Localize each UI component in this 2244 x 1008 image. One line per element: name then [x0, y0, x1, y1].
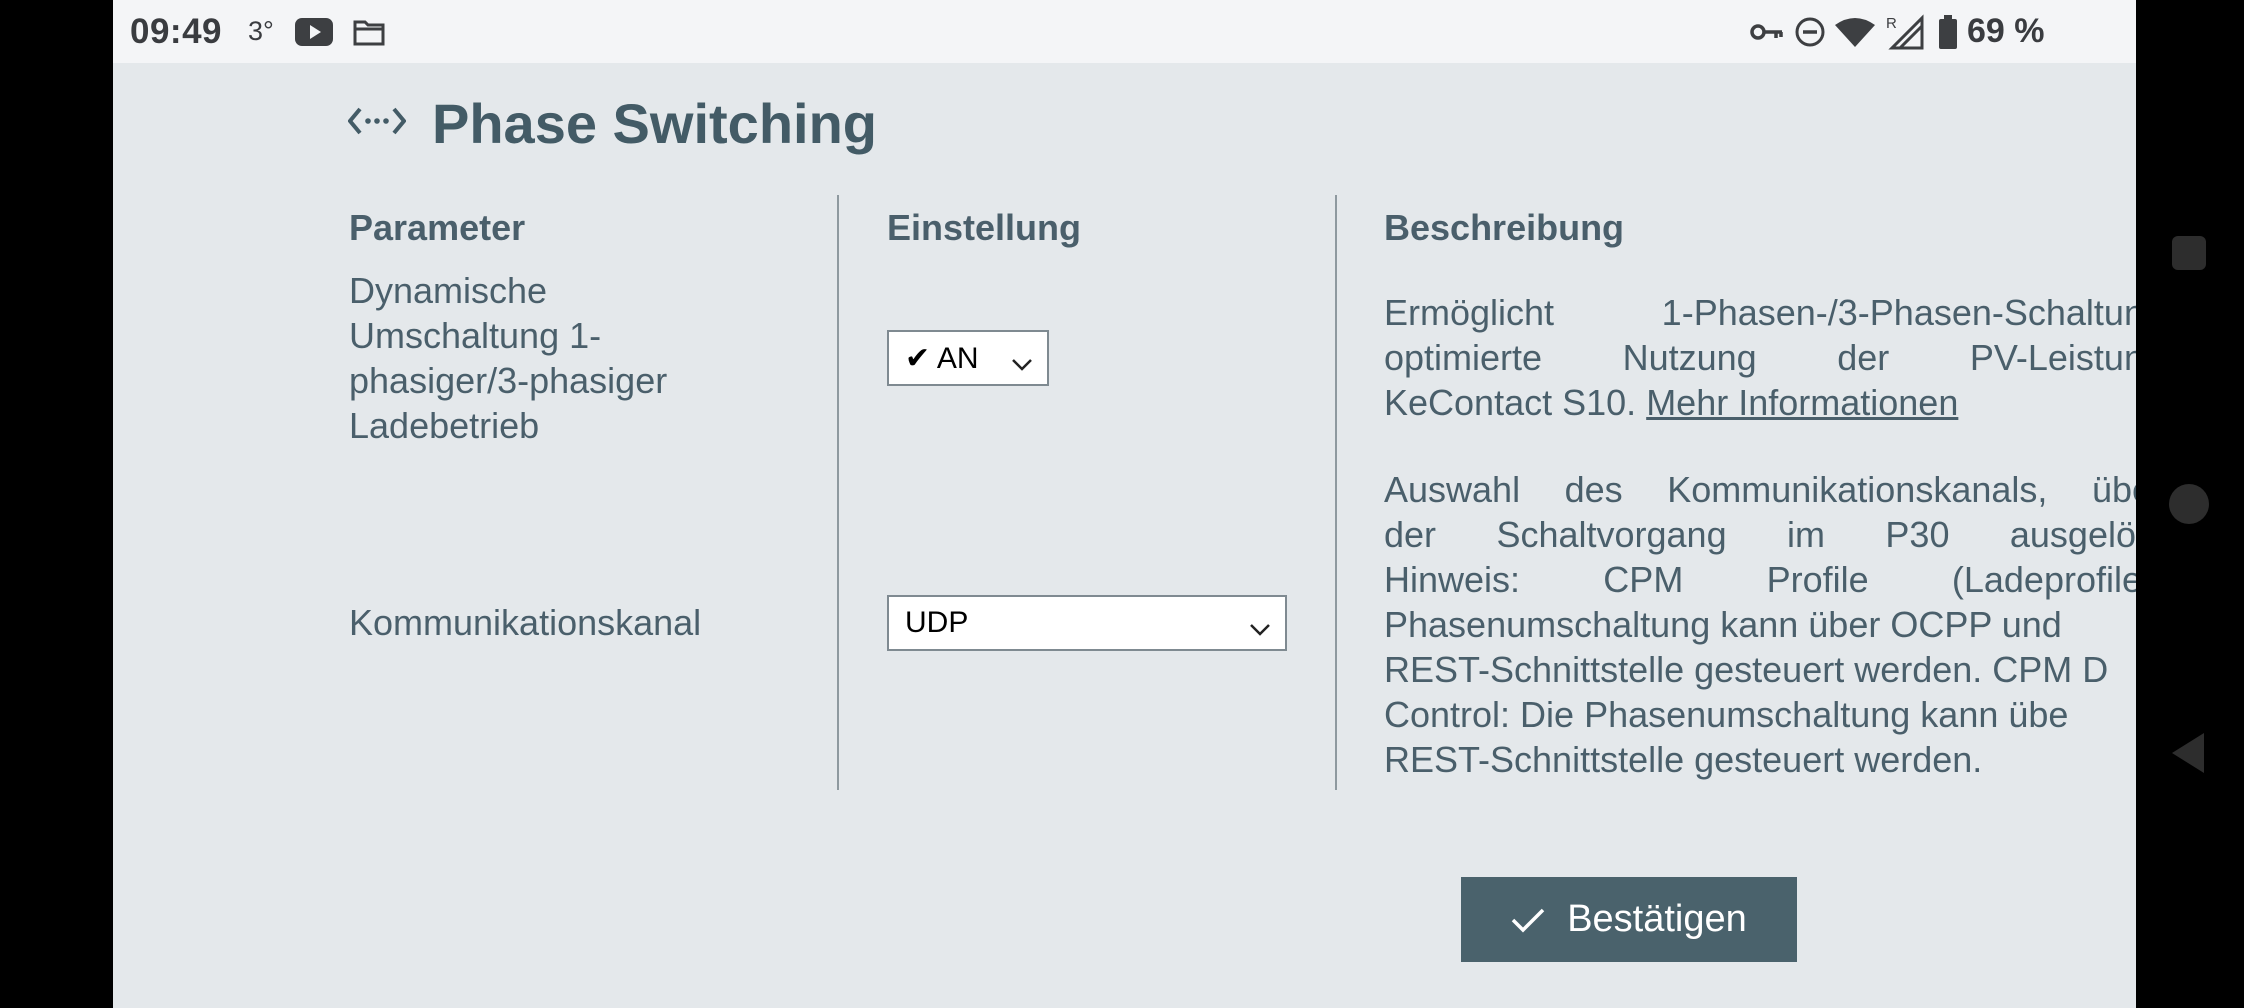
- communication-channel-select[interactable]: UDP: [887, 595, 1287, 651]
- select-value: ✔ AN: [905, 341, 979, 375]
- more-info-link[interactable]: Mehr Informationen: [1646, 382, 1958, 423]
- column-header-parameter: Parameter: [349, 207, 526, 248]
- page-header: Phase Switching: [347, 88, 877, 158]
- column-divider: [837, 195, 839, 790]
- desc-line: KeContact S10. Mehr Informationen: [1384, 380, 2136, 425]
- column-divider: [1335, 195, 1337, 790]
- vpn-key-icon: [1750, 0, 1784, 63]
- status-bar: 09:49 3° R 69 %: [113, 0, 2136, 63]
- back-button[interactable]: [2172, 733, 2204, 773]
- parameter-label-communication-channel: Kommunikationskanal: [349, 600, 701, 645]
- desc-line: REST-Schnittstelle gesteuert werden.: [1384, 739, 1983, 780]
- signal-roaming-icon: R: [1886, 0, 1926, 63]
- label-line: Kommunikationskanal: [349, 602, 702, 643]
- description-communication-channel: Auswahl des Kommunikationskanals, über d…: [1384, 467, 2136, 782]
- navigation-bar: [2136, 0, 2244, 1008]
- column-header-setting: Einstellung: [887, 207, 1082, 248]
- code-arrows-icon: [347, 103, 407, 144]
- home-button[interactable]: [2169, 484, 2209, 524]
- desc-line: Phasenumschaltung kann über OCPP und: [1384, 604, 2062, 645]
- desc-line: Auswahl des Kommunikationskanals, über: [1384, 469, 2136, 510]
- desc-line: REST-Schnittstelle gesteuert werden. CPM…: [1384, 649, 2109, 690]
- status-temperature: 3°: [248, 16, 274, 46]
- folder-icon: [353, 0, 385, 63]
- description-phase-switching: Ermöglicht 1-Phasen-/3-Phasen-Schaltung …: [1384, 290, 2136, 425]
- phase-switching-select[interactable]: ✔ AN: [887, 330, 1049, 386]
- confirm-button-label: Bestätigen: [1567, 898, 1747, 940]
- chevron-down-icon: [1249, 613, 1271, 647]
- desc-line: Hinweis: CPM Profile (Ladeprofile):: [1384, 559, 2136, 600]
- app-screen: 09:49 3° R 69 % Phase Switching Paramete…: [113, 0, 2136, 1008]
- youtube-icon: [295, 0, 333, 63]
- desc-text: KeContact S10.: [1384, 382, 1637, 423]
- checkmark-icon: [1511, 908, 1545, 932]
- confirm-button[interactable]: Bestätigen: [1461, 877, 1797, 962]
- svg-text:R: R: [1886, 15, 1897, 32]
- desc-line: der Schaltvorgang im P30 ausgelöst: [1384, 514, 2136, 555]
- battery-percentage: 69 %: [1967, 12, 2045, 50]
- label-line: Dynamische: [349, 270, 548, 311]
- recents-button[interactable]: [2172, 236, 2206, 270]
- label-line: Umschaltung 1-: [349, 315, 602, 356]
- label-line: phasiger/3-phasiger: [349, 360, 668, 401]
- column-header-description: Beschreibung: [1384, 207, 1625, 248]
- parameter-label-dynamic-switching: Dynamische Umschaltung 1- phasiger/3-pha…: [349, 268, 667, 448]
- desc-line: Ermöglicht 1-Phasen-/3-Phasen-Schaltung: [1384, 292, 2136, 333]
- page-title: Phase Switching: [432, 91, 877, 155]
- select-value: UDP: [905, 606, 969, 639]
- desc-line: Control: Die Phasenumschaltung kann übe: [1384, 694, 2069, 735]
- wifi-icon: [1835, 0, 1875, 63]
- do-not-disturb-icon: [1794, 0, 1826, 63]
- status-time: 09:49: [130, 11, 223, 51]
- label-line: Ladebetrieb: [349, 405, 540, 446]
- chevron-down-icon: [1011, 348, 1033, 382]
- battery-icon: [1938, 0, 1958, 63]
- desc-line: optimierte Nutzung der PV-Leistung: [1384, 337, 2136, 378]
